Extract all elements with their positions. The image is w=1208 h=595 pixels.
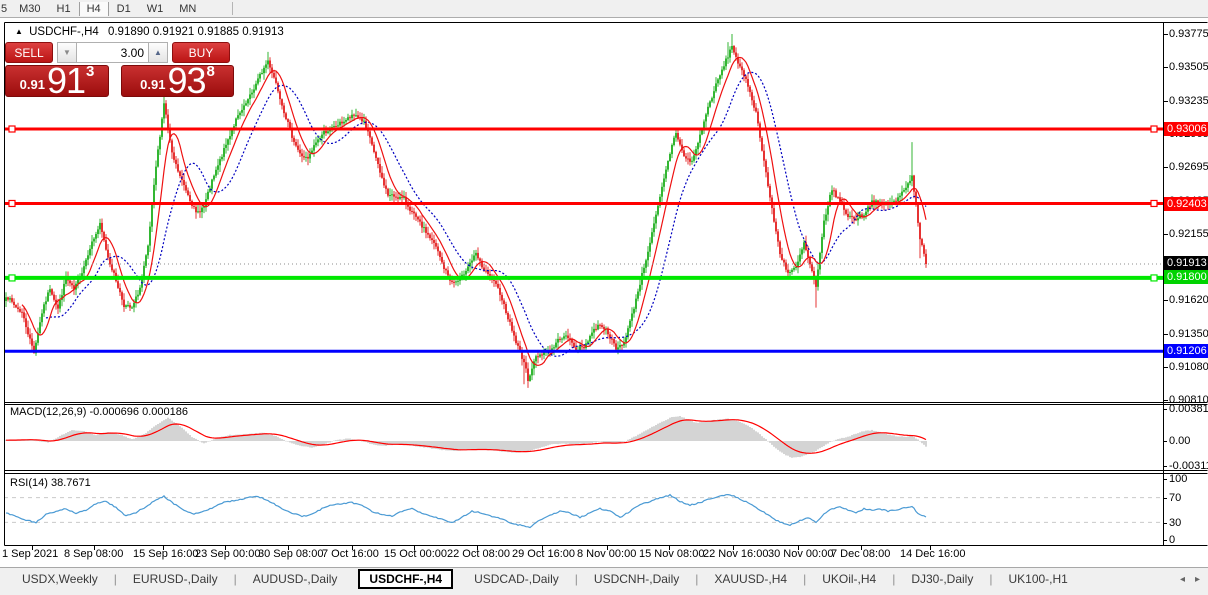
status-strip — [0, 590, 1208, 595]
chart-tab-bar: USDX,Weekly | EURUSD-,Daily | AUDUSD-,Daily U… — [0, 567, 1208, 590]
tab-usdcnh-daily[interactable]: USDCNH-,Daily — [584, 570, 689, 588]
tab-eurusd-daily[interactable]: EURUSD-,Daily — [123, 570, 228, 588]
chart-ohlc: 0.91890 0.91921 0.91885 0.91913 — [108, 26, 284, 38]
tab-separator: | — [114, 572, 117, 586]
indicator-axis-label: 0.00 — [1169, 435, 1190, 447]
timeframe-button-h4[interactable]: H4 — [79, 2, 109, 16]
toolbar-separator — [232, 2, 233, 15]
timeframe-button-m5[interactable]: 5 — [0, 2, 11, 16]
price-badge: 0.91913 — [1164, 256, 1208, 270]
moving-averages — [22, 58, 926, 366]
price-tick-label: 0.93775 — [1169, 28, 1208, 40]
rsi-panel — [4, 495, 1163, 528]
volume-input[interactable]: 3.00 — [77, 42, 148, 63]
buy-price-main: 93 — [167, 66, 205, 96]
indicator-axis-label: 0.003811 — [1169, 403, 1208, 415]
price-tick-label: 0.93235 — [1169, 95, 1208, 107]
indicator-axis-label: 100 — [1169, 473, 1187, 485]
timeframe-button-w1[interactable]: W1 — [139, 2, 172, 16]
price-tick-label: 0.91080 — [1169, 361, 1208, 373]
sell-price-main: 91 — [47, 66, 85, 96]
tab-separator: | — [695, 572, 698, 586]
chart-tabs: USDX,Weekly | EURUSD-,Daily | AUDUSD-,Daily U… — [12, 569, 1078, 589]
tab-separator: | — [989, 572, 992, 586]
tab-usdchf-h4[interactable]: USDCHF-,H4 — [358, 569, 453, 589]
timeframe-buttons: M30H1H4D1W1MN — [11, 2, 204, 16]
tab-usdx-weekly[interactable]: USDX,Weekly — [12, 570, 108, 588]
timeframe-button-mn[interactable]: MN — [171, 2, 204, 16]
date-label: 14 Dec 16:00 — [900, 548, 965, 560]
tab-separator: | — [892, 572, 895, 586]
date-label: 8 Sep 08:00 — [64, 548, 123, 560]
buy-price-button[interactable]: 0.91 93 8 — [121, 65, 234, 97]
date-label: 15 Oct 00:00 — [384, 548, 447, 560]
timeframe-button-d1[interactable]: D1 — [109, 2, 139, 16]
price-tick-label: 0.92695 — [1169, 161, 1208, 173]
tab-scroll-right-icon[interactable]: ▸ — [1195, 574, 1200, 585]
price-badge: 0.91206 — [1164, 344, 1208, 358]
date-label: 15 Sep 16:00 — [133, 548, 198, 560]
sell-price-button[interactable]: 0.91 91 3 — [5, 65, 109, 97]
tab-scroll-arrows: ◂ ▸ — [1180, 574, 1200, 585]
price-badge: 0.92403 — [1164, 197, 1208, 211]
timeframe-button-m30[interactable]: M30 — [11, 2, 48, 16]
price-tick-label: 0.91350 — [1169, 328, 1208, 340]
date-label: 1 Sep 2021 — [2, 548, 58, 560]
rsi-label: RSI(14) 38.7671 — [10, 477, 91, 489]
price-tick-label: 0.91620 — [1169, 294, 1208, 306]
indicator-axis-label: 30 — [1169, 517, 1181, 529]
tab-separator: | — [803, 572, 806, 586]
price-tick-label: 0.92155 — [1169, 228, 1208, 240]
indicator-axis-label: 70 — [1169, 492, 1181, 504]
tab-ukoil-h4[interactable]: UKOil-,H4 — [812, 570, 886, 588]
date-label: 29 Oct 16:00 — [512, 548, 575, 560]
date-label: 30 Sep 08:00 — [258, 548, 323, 560]
timeframe-button-h1[interactable]: H1 — [49, 2, 79, 16]
date-label: 7 Dec 08:00 — [831, 548, 890, 560]
date-label: 15 Nov 08:00 — [639, 548, 704, 560]
sell-button[interactable]: SELL — [5, 42, 53, 63]
chart-symbol: USDCHF-,H4 — [29, 26, 99, 38]
tab-audusd-daily[interactable]: AUDUSD-,Daily — [243, 570, 348, 588]
chart-title: ▲ USDCHF-,H4 0.91890 0.91921 0.91885 0.9… — [15, 26, 284, 38]
buy-price-pip: 8 — [207, 63, 215, 80]
date-label: 23 Sep 00:00 — [195, 548, 260, 560]
sell-price-prefix: 0.91 — [20, 77, 45, 92]
indicator-axis-label: 0 — [1169, 534, 1175, 546]
one-click-trading-panel: SELL ▼ 3.00 ▲ BUY 0.91 91 3 0.91 93 8 — [5, 42, 234, 99]
indicator-axis-label: -0.003115 — [1169, 460, 1208, 472]
buy-price-prefix: 0.91 — [140, 77, 165, 92]
timeframe-toolbar: 5 M30H1H4D1W1MN — [0, 0, 1208, 18]
tab-usdcad-daily[interactable]: USDCAD-,Daily — [464, 570, 569, 588]
collapse-triangle-icon[interactable]: ▲ — [15, 27, 23, 36]
price-badge: 0.93006 — [1164, 122, 1208, 136]
tab-separator: | — [234, 572, 237, 586]
macd-label: MACD(12,26,9) -0.000696 0.000186 — [10, 406, 188, 418]
price-tick-label: 0.93505 — [1169, 61, 1208, 73]
volume-up-icon[interactable]: ▲ — [148, 42, 168, 63]
tab-separator: | — [575, 572, 578, 586]
tab-uk100-h1[interactable]: UK100-,H1 — [998, 570, 1077, 588]
date-label: 8 Nov 00:00 — [577, 548, 636, 560]
tab-dj30-daily[interactable]: DJ30-,Daily — [901, 570, 983, 588]
date-label: 30 Nov 00:00 — [768, 548, 833, 560]
chart-frame — [5, 23, 1208, 551]
tab-xauusd-h4[interactable]: XAUUSD-,H4 — [704, 570, 797, 588]
tab-scroll-left-icon[interactable]: ◂ — [1180, 574, 1185, 585]
sell-price-pip: 3 — [86, 63, 94, 80]
date-label: 22 Oct 08:00 — [447, 548, 510, 560]
macd-panel — [5, 416, 926, 458]
price-badge: 0.91800 — [1164, 270, 1208, 284]
date-label: 22 Nov 16:00 — [703, 548, 768, 560]
date-label: 7 Oct 16:00 — [322, 548, 379, 560]
